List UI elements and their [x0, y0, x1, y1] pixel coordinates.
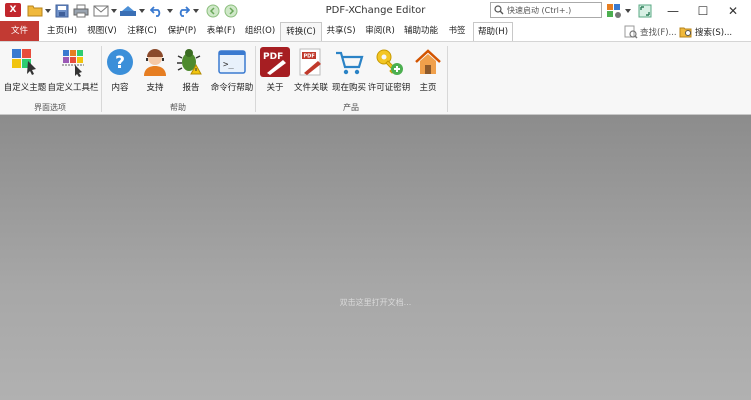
open-dropdown-icon[interactable] — [44, 2, 52, 19]
back-icon[interactable] — [204, 2, 222, 19]
search-icon — [494, 5, 504, 15]
contents-button[interactable]: ? 内容 — [103, 45, 137, 95]
shopping-cart-icon — [332, 45, 366, 79]
key-icon — [372, 45, 406, 79]
ribbon: 自定义主题 自定义工具栏 界面选项 ? 内容 支持 报告 >_ 命令行帮助 帮助 — [0, 41, 751, 115]
homepage-label: 主页 — [419, 83, 437, 93]
undo-icon[interactable] — [148, 2, 166, 19]
group-label-interface-options: 界面选项 — [34, 103, 66, 112]
ui-options-icon[interactable] — [604, 2, 624, 19]
ui-options-dropdown-icon[interactable] — [624, 2, 632, 19]
close-button[interactable]: ✕ — [718, 0, 748, 21]
minimize-button[interactable]: — — [658, 0, 688, 21]
custom-theme-label: 自定义主题 — [3, 83, 47, 93]
find-button[interactable]: 查找(F)... — [624, 23, 677, 40]
cmdline-help-label: 命令行帮助 — [210, 83, 254, 93]
tab-forms[interactable]: 表单(F) — [203, 22, 239, 41]
search-placeholder: 快速启动 (Ctrl+.) — [507, 5, 572, 15]
redo-dropdown-icon[interactable] — [192, 2, 200, 19]
tab-review[interactable]: 审阅(R) — [362, 22, 398, 41]
toolbar-icon — [56, 45, 90, 79]
home-icon — [411, 45, 445, 79]
save-icon[interactable] — [53, 2, 71, 19]
forward-icon[interactable] — [222, 2, 240, 19]
undo-dropdown-icon[interactable] — [166, 2, 174, 19]
tab-share[interactable]: 共享(S) — [323, 22, 359, 41]
tab-accessibility[interactable]: 辅助功能 — [401, 22, 441, 41]
help-icon: ? — [103, 45, 137, 79]
maximize-button[interactable]: ☐ — [688, 0, 718, 21]
report-label: 报告 — [182, 83, 200, 93]
search-files-icon — [679, 25, 693, 39]
file-association-button[interactable]: PDF 文件关联 — [293, 45, 329, 95]
prompt-text: >_ — [223, 60, 234, 70]
homepage-button[interactable]: 主页 — [411, 45, 445, 95]
tab-convert[interactable]: 转换(C) — [280, 22, 322, 41]
quick-launch-search[interactable]: 快速启动 (Ctrl+.) — [490, 2, 602, 18]
email-icon[interactable] — [91, 2, 111, 19]
file-association-icon: PDF — [294, 45, 328, 79]
tab-view[interactable]: 视图(V) — [84, 22, 120, 41]
contents-label: 内容 — [111, 83, 129, 93]
buy-now-button[interactable]: 现在购买 — [330, 45, 368, 95]
tab-bookmarks[interactable]: 书签 — [444, 22, 470, 41]
search-button[interactable]: 搜索(S)... — [679, 23, 732, 40]
group-divider — [447, 46, 448, 112]
fullscreen-icon[interactable] — [636, 2, 654, 19]
group-label-help: 帮助 — [170, 103, 186, 112]
file-association-label: 文件关联 — [293, 83, 328, 93]
cmdline-help-button[interactable]: >_ 命令行帮助 — [211, 45, 253, 95]
custom-theme-button[interactable]: 自定义主题 — [3, 45, 47, 95]
license-key-label: 许可证密钥 — [367, 83, 411, 93]
command-prompt-icon: >_ — [215, 45, 249, 79]
app-logo-icon[interactable]: X — [5, 3, 21, 17]
support-button[interactable]: 支持 — [138, 45, 172, 95]
support-label: 支持 — [146, 83, 164, 93]
scan-dropdown-icon[interactable] — [138, 2, 146, 19]
theme-icon — [8, 45, 42, 79]
group-label-product: 产品 — [343, 103, 359, 112]
custom-toolbar-label: 自定义工具栏 — [47, 83, 99, 93]
email-dropdown-icon[interactable] — [110, 2, 118, 19]
license-key-button[interactable]: 许可证密钥 — [368, 45, 410, 95]
tab-file[interactable]: 文件 — [0, 21, 39, 41]
about-button[interactable]: PDF 关于 — [257, 45, 293, 95]
ribbon-tab-bar: 文件 主页(H) 视图(V) 注释(C) 保护(P) 表单(F) 组织(O) 转… — [0, 21, 751, 41]
report-button[interactable]: 报告 — [173, 45, 209, 95]
redo-icon[interactable] — [174, 2, 192, 19]
pdf-logo-icon: PDF — [258, 45, 292, 79]
document-area[interactable]: 双击这里打开文档... — [0, 115, 751, 400]
buy-now-label: 现在购买 — [331, 83, 366, 93]
find-icon — [624, 25, 638, 39]
pdf-file-text: PDF — [304, 54, 315, 60]
tab-home[interactable]: 主页(H) — [44, 22, 80, 41]
tab-comment[interactable]: 注释(C) — [124, 22, 160, 41]
support-agent-icon — [138, 45, 172, 79]
open-document-hint: 双击这里打开文档... — [339, 298, 412, 307]
scan-icon[interactable] — [118, 2, 138, 19]
about-label: 关于 — [266, 83, 284, 93]
bug-report-icon — [174, 45, 208, 79]
open-icon[interactable] — [25, 2, 45, 19]
tab-help[interactable]: 帮助(H) — [473, 22, 513, 41]
search-label: 搜索(S)... — [695, 27, 733, 38]
custom-toolbar-button[interactable]: 自定义工具栏 — [47, 45, 99, 95]
tab-protect[interactable]: 保护(P) — [164, 22, 200, 41]
help-mark: ? — [115, 53, 125, 73]
tab-organize[interactable]: 组织(O) — [242, 22, 278, 41]
pdf-logo-text: PDF — [263, 52, 283, 62]
find-label: 查找(F)... — [640, 27, 677, 38]
print-icon[interactable] — [71, 2, 91, 19]
title-bar: X PDF-XChange Editor 快速启动 (Ctrl+.) — ☐ ✕ — [0, 0, 751, 21]
